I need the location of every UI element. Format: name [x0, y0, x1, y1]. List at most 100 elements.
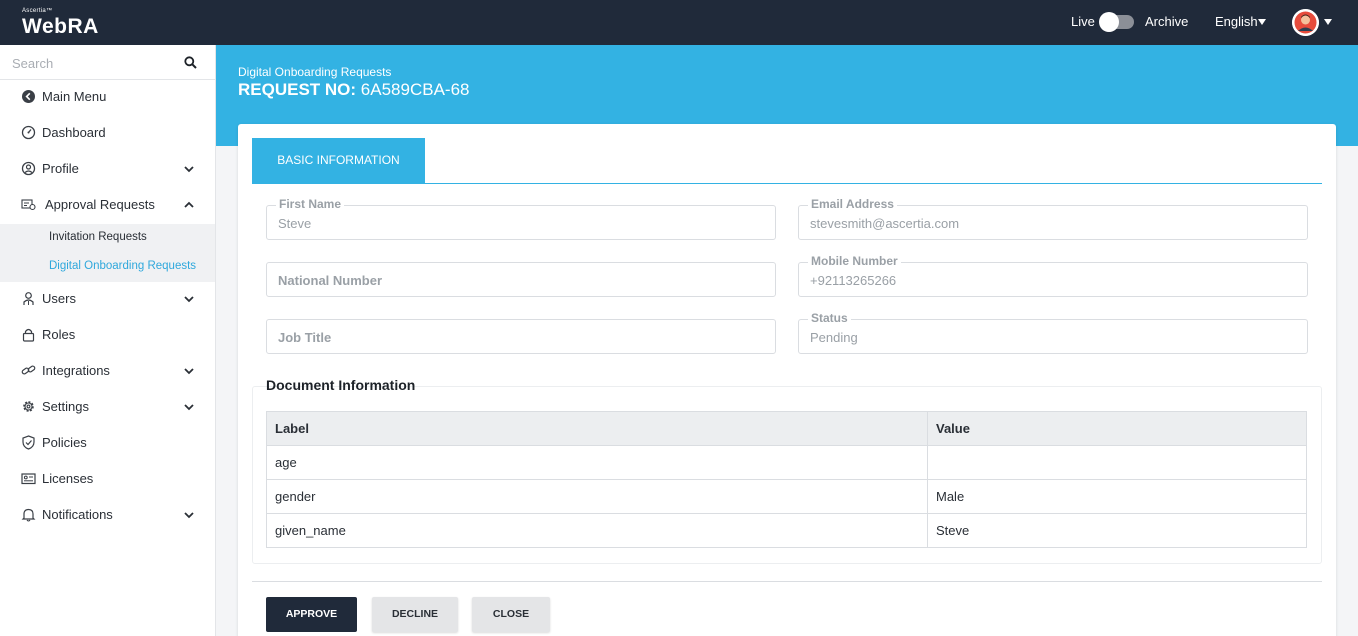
approval-requests-submenu: Invitation Requests Digital Onboarding R…: [0, 224, 215, 282]
sidebar-item-policies[interactable]: Policies: [0, 425, 215, 461]
document-table: Label Value age gender Male given_name S…: [266, 411, 1307, 548]
job-title-field[interactable]: Job Title: [266, 319, 776, 354]
search-icon[interactable]: [184, 56, 197, 69]
sidebar-item-label: Policies: [42, 435, 87, 450]
email-field[interactable]: Email Address stevesmith@ascertia.com: [798, 197, 1308, 240]
sidebar-item-label: Licenses: [42, 471, 94, 486]
sidebar-item-profile[interactable]: Profile: [0, 151, 215, 187]
search-input[interactable]: [12, 53, 172, 73]
sidebar-item-label: Notifications: [42, 507, 113, 522]
brand-company: Ascertia™: [22, 8, 53, 14]
field-placeholder: Job Title: [278, 330, 332, 345]
shield-icon: [22, 435, 35, 450]
sidebar-item-dashboard[interactable]: Dashboard: [0, 115, 215, 151]
status-field[interactable]: Status Pending: [798, 311, 1308, 354]
dashboard-icon: [21, 125, 36, 140]
table-row: gender Male: [266, 479, 1307, 514]
field-label: Email Address: [808, 197, 897, 211]
users-icon: [23, 292, 34, 305]
sidebar-item-label: Main Menu: [42, 89, 107, 104]
sidebar-item-licenses[interactable]: Licenses: [0, 461, 215, 497]
sidebar-item-label: Users: [42, 291, 76, 306]
decline-button[interactable]: DECLINE: [372, 597, 458, 632]
table-cell: given_name: [266, 513, 928, 548]
chevron-down-icon[interactable]: [183, 293, 195, 305]
approve-button[interactable]: APPROVE: [266, 597, 357, 632]
sidebar-item-label: Dashboard: [42, 125, 106, 140]
top-bar: Ascertia™ WebRA Live Archive English: [0, 0, 1358, 45]
page-title: REQUEST NO: 6A589CBA-68: [238, 80, 469, 100]
first-name-field[interactable]: First Name Steve: [266, 197, 776, 240]
sidebar-item-settings[interactable]: Settings: [0, 389, 215, 425]
webra-logo[interactable]: Ascertia™ WebRA: [22, 7, 99, 39]
sidebar-item-users[interactable]: Users: [0, 281, 215, 317]
national-number-field[interactable]: National Number: [266, 262, 776, 297]
tab-underline: [252, 183, 1322, 184]
toggle-knob: [1099, 12, 1119, 32]
field-placeholder: National Number: [278, 273, 383, 288]
caret-down-icon[interactable]: [1258, 19, 1266, 25]
approval-icon: [21, 199, 36, 211]
avatar[interactable]: [1292, 9, 1319, 36]
live-archive-toggle[interactable]: [1099, 12, 1134, 32]
sidebar-item-integrations[interactable]: Integrations: [0, 353, 215, 389]
sidebar-subitem-invitation-requests[interactable]: Invitation Requests: [49, 231, 147, 243]
sidebar-item-label: Integrations: [42, 363, 110, 378]
field-value: Steve: [278, 216, 312, 231]
close-button[interactable]: CLOSE: [472, 597, 550, 632]
field-value: Pending: [810, 330, 858, 345]
language-selector[interactable]: English: [1215, 14, 1258, 29]
archive-label: Archive: [1145, 14, 1189, 29]
field-label: Mobile Number: [808, 254, 901, 268]
field-value: +92113265266: [810, 273, 897, 288]
section-title: Document Information: [266, 377, 416, 393]
sidebar-item-roles[interactable]: Roles: [0, 317, 215, 353]
field-value: stevesmith@ascertia.com: [810, 216, 960, 231]
sidebar-item-main-menu[interactable]: Main Menu: [0, 79, 215, 115]
sidebar-search: [0, 45, 215, 80]
column-header: Label: [266, 411, 928, 446]
license-icon: [21, 473, 36, 485]
user-circle-icon: [21, 161, 36, 176]
table-row: given_name Steve: [266, 513, 1307, 548]
table-row: age: [266, 445, 1307, 480]
field-label: Status: [808, 311, 851, 325]
sidebar-item-label: Approval Requests: [45, 197, 155, 212]
table-cell: age: [266, 445, 928, 480]
chevron-down-icon[interactable]: [183, 401, 195, 413]
gear-icon: [23, 401, 34, 412]
chevron-up-icon[interactable]: [183, 199, 195, 211]
breadcrumb: Digital Onboarding Requests: [238, 65, 392, 79]
lock-icon: [22, 328, 35, 342]
brand-name: WebRA: [22, 15, 99, 38]
tab-basic-information[interactable]: BASIC INFORMATION: [252, 138, 425, 183]
column-header: Value: [927, 411, 1307, 446]
bell-icon: [21, 508, 36, 522]
chevron-down-icon[interactable]: [183, 163, 195, 175]
table-cell: gender: [266, 479, 928, 514]
live-label: Live: [1071, 14, 1095, 29]
request-number: 6A589CBA-68: [360, 80, 470, 99]
caret-down-icon[interactable]: [1324, 19, 1332, 25]
chevron-down-icon[interactable]: [183, 509, 195, 521]
table-cell: [927, 445, 1307, 480]
table-header-row: Label Value: [266, 411, 1307, 446]
field-label: First Name: [276, 197, 345, 211]
chevron-down-icon[interactable]: [183, 365, 195, 377]
page-title-prefix: REQUEST NO:: [238, 80, 357, 99]
link-icon: [21, 365, 36, 375]
sidebar-subitem-digital-onboarding-requests[interactable]: Digital Onboarding Requests: [49, 260, 196, 272]
divider: [252, 581, 1322, 582]
avatar-image: [1292, 9, 1319, 36]
mobile-number-field[interactable]: Mobile Number +92113265266: [798, 254, 1308, 297]
back-circle-icon: [22, 90, 35, 103]
sidebar-item-notifications[interactable]: Notifications: [0, 497, 215, 533]
sidebar-item-approval-requests[interactable]: Approval Requests: [0, 187, 215, 223]
sidebar-item-label: Roles: [42, 327, 76, 342]
sidebar-item-label: Settings: [42, 399, 89, 414]
table-cell: Male: [927, 479, 1307, 514]
table-cell: Steve: [927, 513, 1307, 548]
sidebar-item-label: Profile: [42, 161, 79, 176]
request-details-card: BASIC INFORMATION First Name Steve Email…: [238, 124, 1336, 636]
sidebar: Main Menu Dashboard Profile Approval Req…: [0, 45, 216, 636]
